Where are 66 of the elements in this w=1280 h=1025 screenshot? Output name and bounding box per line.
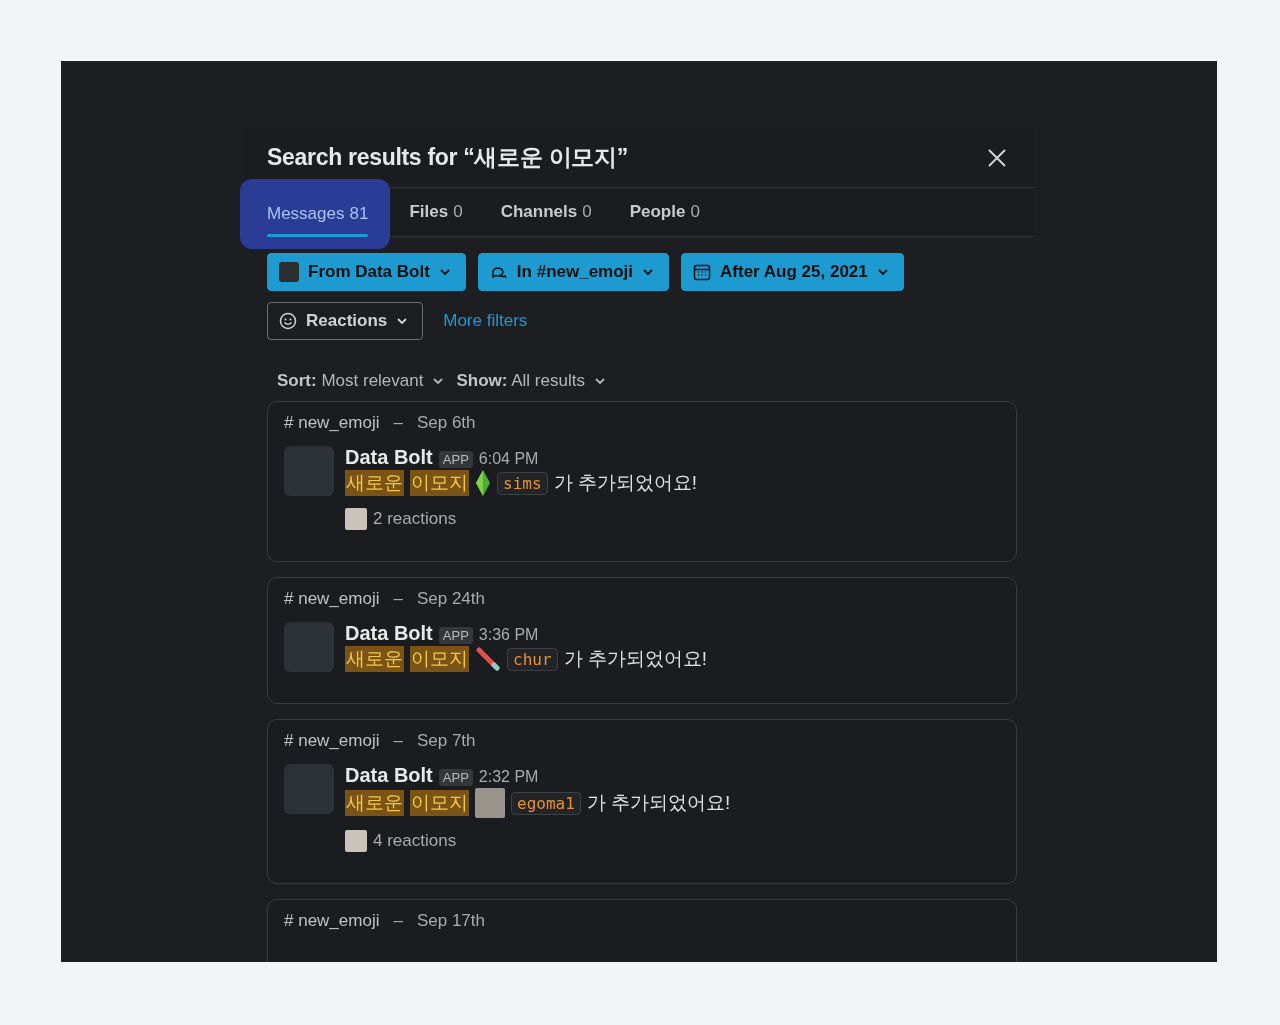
highlighted-word: 이모지 [410, 790, 469, 816]
filter-button[interactable]: In #new_emoji [477, 253, 670, 291]
calendar-icon [693, 263, 712, 281]
sort-dropdown[interactable]: Show: All results [456, 371, 606, 391]
message-text: 가 추가되었어요! [563, 647, 708, 671]
gem-icon [475, 470, 491, 496]
highlighted-word: 새로운 [345, 790, 404, 816]
smiley-icon [279, 312, 297, 330]
avatar-icon [279, 262, 299, 282]
sender-name: Data Bolt [345, 764, 433, 787]
separator: – [393, 911, 403, 931]
caret-icon [438, 268, 451, 276]
app-badge: APP [438, 627, 473, 644]
separator: – [393, 413, 403, 433]
result-card[interactable]: # new_emoji – Sep 24th Data Bolt APP 3:36 PM 새로운 이모지 chur 가 추가되었어요! [267, 577, 1017, 704]
tab[interactable]: Messages 81 [240, 179, 391, 249]
emoji-code: sims [497, 471, 548, 495]
channel-name: # new_emoji [284, 911, 380, 931]
message-date: Sep 17th [416, 911, 485, 931]
sender-name: Data Bolt [345, 446, 433, 469]
channel-name: # new_emoji [284, 731, 380, 751]
filter-button[interactable]: After Aug 25, 2021 [681, 253, 904, 291]
photo-placeholder [475, 788, 505, 818]
channel-name: # new_emoji [284, 413, 380, 433]
caret-icon [396, 317, 409, 325]
message-text: 가 추가되었어요! [553, 471, 698, 495]
highlighted-word: 새로운 [345, 646, 404, 672]
emoji-code: chur [507, 647, 558, 671]
filter-button[interactable]: Reactions [267, 302, 424, 340]
separator: – [393, 589, 403, 609]
more-filters-link[interactable]: More filters [443, 311, 528, 331]
stick-icon [475, 647, 501, 671]
app-badge: APP [438, 451, 473, 468]
reaction-emoji-placeholder [345, 508, 367, 530]
close-icon [986, 146, 1008, 169]
filter-button[interactable]: From Data Bolt [267, 253, 466, 291]
message-time: 2:32 PM [478, 768, 539, 786]
caret-icon [593, 377, 606, 385]
result-card[interactable]: # new_emoji – Sep 7th Data Bolt APP 2:32 PM 새로운 이모지 egoma1 가 추가되었어요! 4 reactions [267, 719, 1017, 884]
tab[interactable]: Channels 0 [481, 188, 611, 236]
sort-dropdown[interactable]: Sort: Most relevant [277, 371, 445, 391]
message-time: 6:04 PM [478, 450, 539, 468]
message-time: 3:36 PM [478, 626, 539, 644]
tab[interactable]: Files 0 [390, 188, 482, 236]
message-date: Sep 7th [416, 731, 476, 751]
channel-name: # new_emoji [284, 589, 380, 609]
reactions-count: 2 reactions [373, 509, 457, 529]
highlighted-word: 이모지 [410, 646, 469, 672]
sender-name: Data Bolt [345, 622, 433, 645]
reaction-emoji-placeholder [345, 830, 367, 852]
result-card[interactable]: # new_emoji – Sep 17th [267, 899, 1017, 962]
caret-icon [876, 268, 889, 276]
separator: – [393, 731, 403, 751]
message-text: 가 추가되었어요! [586, 791, 731, 815]
reactions-count: 4 reactions [373, 831, 457, 851]
caret-icon [432, 377, 445, 385]
app-badge: APP [438, 769, 473, 786]
highlighted-word: 이모지 [410, 470, 469, 496]
caret-icon [642, 268, 655, 276]
message-date: Sep 24th [416, 589, 485, 609]
result-card[interactable]: # new_emoji – Sep 6th Data Bolt APP 6:04 PM 새로운 이모지 sims 가 추가되었어요! 2 reactions [267, 401, 1017, 562]
dialog-title: Search results for “새로운 이모지” [267, 143, 628, 172]
message-date: Sep 6th [416, 413, 476, 433]
tab[interactable]: People 0 [610, 188, 719, 236]
highlighted-word: 새로운 [345, 470, 404, 496]
emoji-code: egoma1 [511, 791, 581, 815]
